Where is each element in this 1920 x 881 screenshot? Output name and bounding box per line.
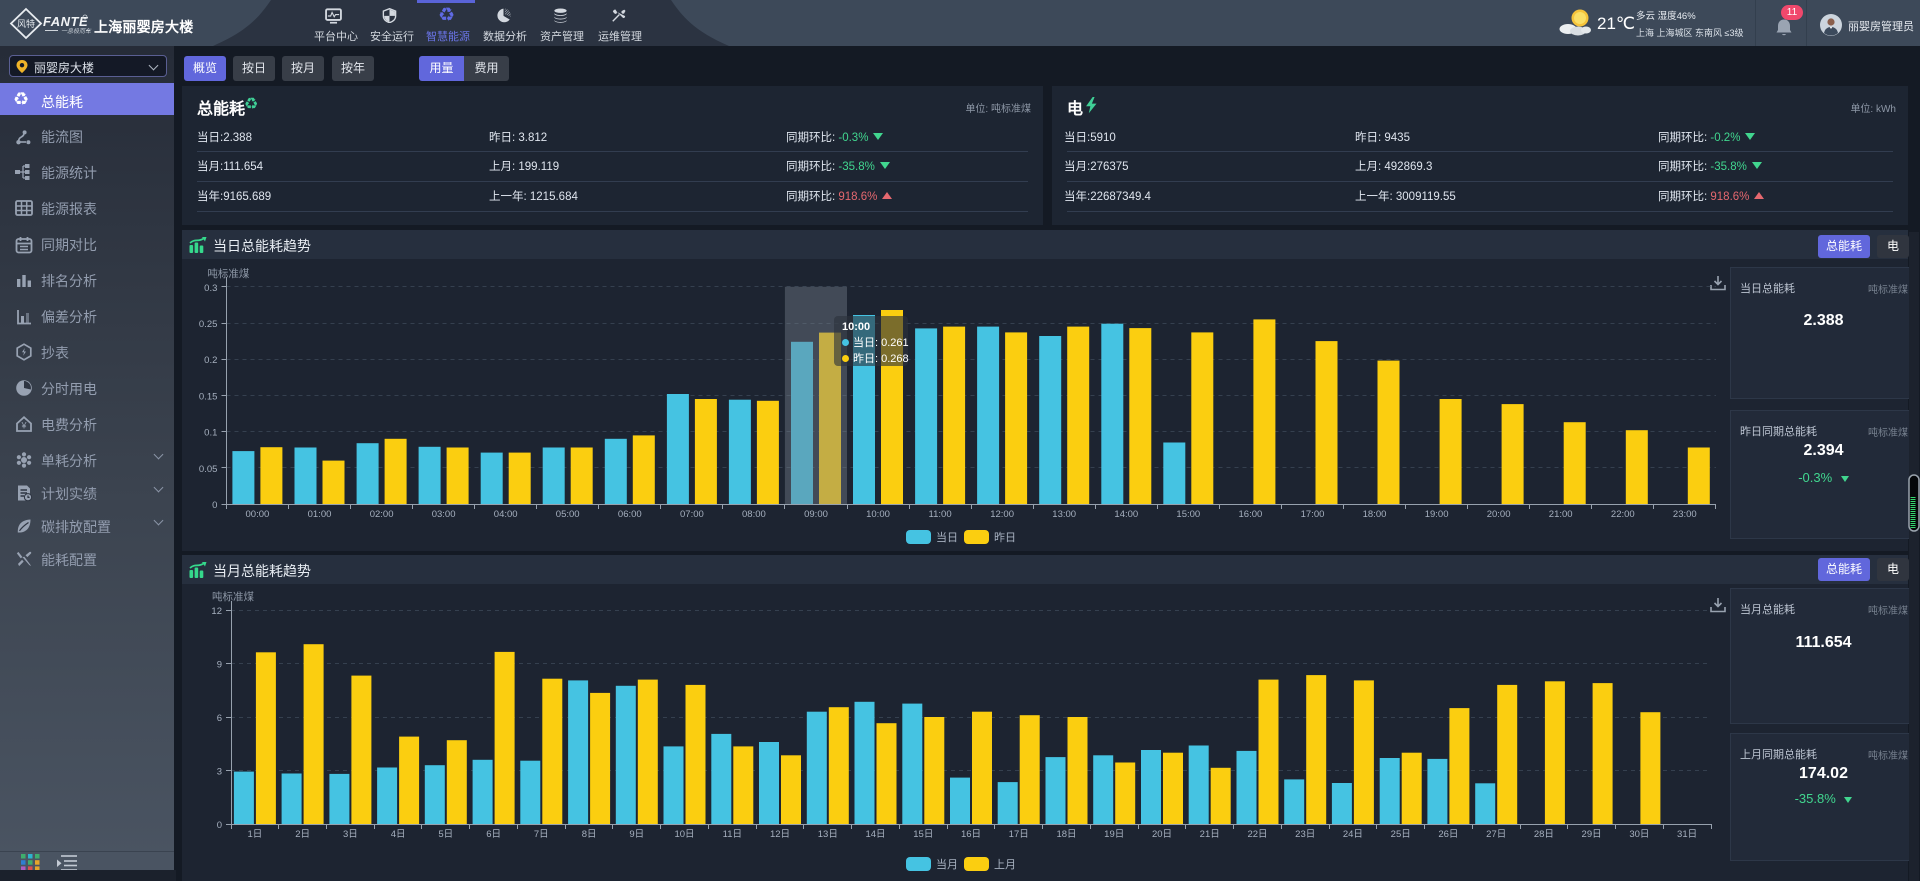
svg-text:11:00: 11:00 xyxy=(929,509,952,520)
svg-text:7日: 7日 xyxy=(534,829,549,840)
svg-text:11日: 11日 xyxy=(723,829,742,840)
svg-text:26日: 26日 xyxy=(1438,829,1458,840)
svg-text:6日: 6日 xyxy=(486,829,501,840)
svg-text:08:00: 08:00 xyxy=(742,509,766,520)
svg-text:24日: 24日 xyxy=(1343,829,1363,840)
svg-text:昨日: 昨日 xyxy=(994,531,1016,544)
svg-text:5日: 5日 xyxy=(438,829,453,840)
svg-text:0.05: 0.05 xyxy=(199,464,218,475)
svg-text:20日: 20日 xyxy=(1152,829,1172,840)
svg-text:19日: 19日 xyxy=(1104,829,1124,840)
svg-text:15日: 15日 xyxy=(913,829,933,840)
svg-text:6: 6 xyxy=(217,713,222,724)
svg-text:0.3: 0.3 xyxy=(204,283,217,294)
svg-text:14日: 14日 xyxy=(865,829,885,840)
svg-text:2日: 2日 xyxy=(295,829,310,840)
svg-text:0.25: 0.25 xyxy=(199,319,218,330)
svg-text:30日: 30日 xyxy=(1629,829,1649,840)
svg-text:16:00: 16:00 xyxy=(1239,509,1263,520)
svg-text:3: 3 xyxy=(217,767,222,778)
svg-text:上月: 上月 xyxy=(994,858,1016,871)
svg-text:06:00: 06:00 xyxy=(618,509,642,520)
svg-text:风特: 风特 xyxy=(17,18,35,29)
svg-text:一息极而车: 一息极而车 xyxy=(61,27,92,35)
svg-text:13日: 13日 xyxy=(818,829,838,840)
svg-text:10日: 10日 xyxy=(674,829,694,840)
svg-text:21:00: 21:00 xyxy=(1549,509,1573,520)
svg-text:0.2: 0.2 xyxy=(204,355,217,366)
svg-text:18:00: 18:00 xyxy=(1363,509,1387,520)
svg-text:19:00: 19:00 xyxy=(1425,509,1449,520)
svg-text:01:00: 01:00 xyxy=(308,509,332,520)
svg-text:03:00: 03:00 xyxy=(432,509,456,520)
svg-text:4日: 4日 xyxy=(391,829,406,840)
svg-text:14:00: 14:00 xyxy=(1114,509,1138,520)
svg-text:9: 9 xyxy=(217,660,222,671)
svg-text:29日: 29日 xyxy=(1582,829,1602,840)
svg-text:23日: 23日 xyxy=(1295,829,1315,840)
svg-text:23:00: 23:00 xyxy=(1673,509,1697,520)
svg-text:10:00: 10:00 xyxy=(866,509,890,520)
svg-text:FANTE: FANTE xyxy=(43,14,88,29)
svg-text:15:00: 15:00 xyxy=(1176,509,1200,520)
svg-text:31日: 31日 xyxy=(1677,829,1697,840)
svg-text:22日: 22日 xyxy=(1247,829,1267,840)
svg-text:9日: 9日 xyxy=(629,829,644,840)
svg-text:¥: ¥ xyxy=(20,421,27,431)
svg-text:02:00: 02:00 xyxy=(370,509,394,520)
svg-text:13:00: 13:00 xyxy=(1052,509,1076,520)
svg-text:16日: 16日 xyxy=(961,829,981,840)
svg-text:0: 0 xyxy=(212,500,217,511)
svg-text:3日: 3日 xyxy=(343,829,358,840)
svg-text:12: 12 xyxy=(211,606,222,617)
svg-text:05:00: 05:00 xyxy=(556,509,580,520)
svg-text:07:00: 07:00 xyxy=(680,509,704,520)
svg-text:12:00: 12:00 xyxy=(990,509,1014,520)
svg-text:吨标准煤: 吨标准煤 xyxy=(207,267,249,280)
svg-text:0: 0 xyxy=(217,820,222,831)
svg-text:20:00: 20:00 xyxy=(1487,509,1511,520)
svg-text:27日: 27日 xyxy=(1486,829,1506,840)
svg-text:21日: 21日 xyxy=(1200,829,1220,840)
svg-text:8日: 8日 xyxy=(582,829,597,840)
svg-text:当日: 当日 xyxy=(936,530,958,544)
svg-text:当月: 当月 xyxy=(936,857,958,871)
svg-text:12日: 12日 xyxy=(770,829,790,840)
svg-text:00:00: 00:00 xyxy=(246,509,270,520)
svg-text:28日: 28日 xyxy=(1534,829,1554,840)
svg-text:25日: 25日 xyxy=(1391,829,1411,840)
svg-text:0.15: 0.15 xyxy=(199,391,218,402)
svg-text:吨标准煤: 吨标准煤 xyxy=(212,590,254,603)
svg-text:22:00: 22:00 xyxy=(1611,509,1635,520)
svg-text:18日: 18日 xyxy=(1056,829,1076,840)
svg-text:17:00: 17:00 xyxy=(1301,509,1325,520)
svg-text:04:00: 04:00 xyxy=(494,509,518,520)
svg-text:09:00: 09:00 xyxy=(804,509,828,520)
svg-text:1日: 1日 xyxy=(248,829,263,840)
svg-text:0.1: 0.1 xyxy=(204,428,217,439)
svg-text:17日: 17日 xyxy=(1009,829,1029,840)
